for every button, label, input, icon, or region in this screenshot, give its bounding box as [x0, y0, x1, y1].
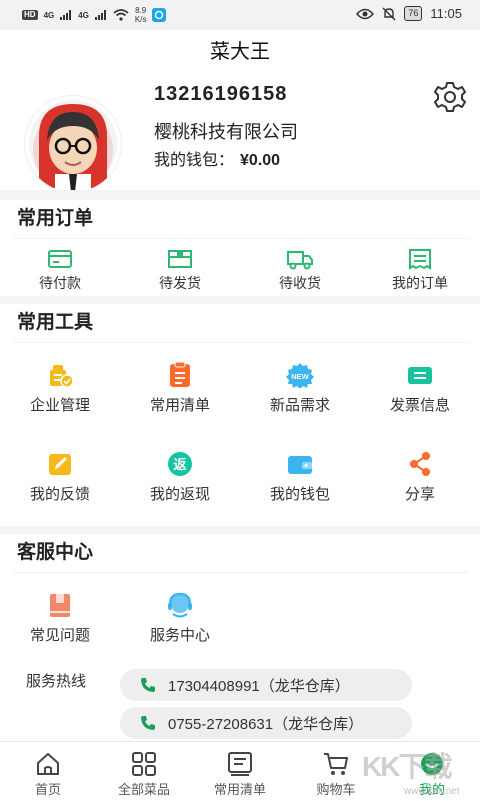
tab-home[interactable]: 首页 [0, 742, 96, 798]
wallet-icon [288, 456, 312, 474]
package-icon [168, 250, 192, 268]
order-pending-receipt[interactable]: 待收货 [240, 248, 360, 293]
wallet-label: 我的钱包： [154, 152, 235, 169]
phone-icon [141, 678, 155, 692]
tool-my-wallet[interactable]: 我的钱包 [240, 451, 360, 504]
wallet-amount: ¥0.00 [240, 152, 281, 169]
wallet-balance[interactable]: 我的钱包： ¥0.00 [154, 146, 280, 170]
enterprise-icon [50, 365, 74, 388]
order-list-icon [409, 249, 431, 270]
checklist-icon [170, 362, 190, 387]
signal-4g-2: 4G [78, 10, 89, 20]
tool-frequent-list[interactable]: 常用清单 [120, 362, 240, 415]
tool-enterprise-management[interactable]: 企业管理 [0, 362, 120, 415]
new-badge-icon: NEW [286, 363, 314, 388]
divider [0, 526, 480, 534]
cart-icon [324, 753, 348, 775]
svg-text:返: 返 [173, 458, 186, 473]
company-name: 樱桃科技有限公司 [154, 122, 298, 142]
divider [0, 190, 480, 200]
order-pending-payment[interactable]: 待付款 [0, 248, 120, 293]
app-notification-icon [152, 8, 167, 22]
cashback-icon: 返 [168, 452, 192, 476]
tool-share[interactable]: 分享 [360, 451, 480, 504]
tool-invoice-info[interactable]: 发票信息 [360, 362, 480, 415]
tool-new-product-request[interactable]: NEW 新品需求 [240, 362, 360, 415]
order-pending-shipment[interactable]: 待发货 [120, 248, 240, 293]
faq-book-icon [50, 594, 70, 617]
hotline-phone-1[interactable]: 17304408991（龙华仓库） [120, 669, 412, 701]
feedback-pen-icon [49, 454, 71, 475]
invoice-icon [408, 367, 432, 384]
wallet-card-icon [48, 250, 72, 268]
user-phone: 13216196158 [154, 83, 288, 105]
tab-frequent-list[interactable]: 常用清单 [192, 742, 288, 798]
hotline-label: 服务热线 [26, 673, 87, 690]
headset-icon [168, 592, 192, 618]
network-speed: 8.9 K/s [134, 6, 147, 24]
gear-icon [434, 82, 466, 112]
list-icon [228, 752, 252, 776]
hd-indicator: HD [22, 10, 38, 20]
tab-all-dishes[interactable]: 全部菜品 [96, 742, 192, 798]
orders-section-title: 常用订单 [14, 200, 469, 239]
battery-level: 76 [404, 6, 423, 21]
service-section-title: 客服中心 [14, 534, 469, 573]
tools-section-title: 常用工具 [14, 304, 469, 343]
tool-my-cashback[interactable]: 返 我的返现 [120, 451, 240, 504]
truck-icon [287, 251, 313, 270]
divider [0, 296, 480, 304]
share-icon [410, 452, 430, 476]
avatar-image [29, 100, 117, 192]
settings-button[interactable] [432, 80, 468, 114]
service-faq[interactable]: 常见问题 [0, 592, 120, 645]
watermark-logo: KK下载 [362, 751, 452, 782]
service-center[interactable]: 服务中心 [120, 592, 240, 645]
eye-icon [356, 8, 375, 19]
hotline-number-1: 17304408991（龙华仓库） [168, 677, 350, 695]
page-title: 菜大王 [210, 41, 270, 63]
order-my-orders[interactable]: 我的订单 [360, 248, 480, 293]
home-icon [37, 753, 59, 775]
mute-bell-icon [382, 7, 396, 20]
signal-bars-icon [60, 10, 72, 20]
wifi-icon [113, 9, 129, 21]
watermark-url: www.kkx.net [404, 786, 460, 797]
avatar[interactable] [25, 96, 121, 192]
clock: 11:05 [430, 6, 462, 21]
svg-text:NEW: NEW [291, 372, 309, 381]
hotline-number-2: 0755-27208631（龙华仓库） [168, 715, 364, 733]
signal-bars-icon [94, 10, 106, 20]
hotline-phone-2[interactable]: 0755-27208631（龙华仓库） [120, 707, 412, 739]
signal-4g-1: 4G [43, 10, 55, 20]
tool-my-feedback[interactable]: 我的反馈 [0, 451, 120, 504]
grid-icon [132, 752, 156, 776]
phone-icon [141, 716, 155, 730]
status-bar: HD 4G 4G 8.9 K/s 76 11:05 [0, 0, 480, 30]
